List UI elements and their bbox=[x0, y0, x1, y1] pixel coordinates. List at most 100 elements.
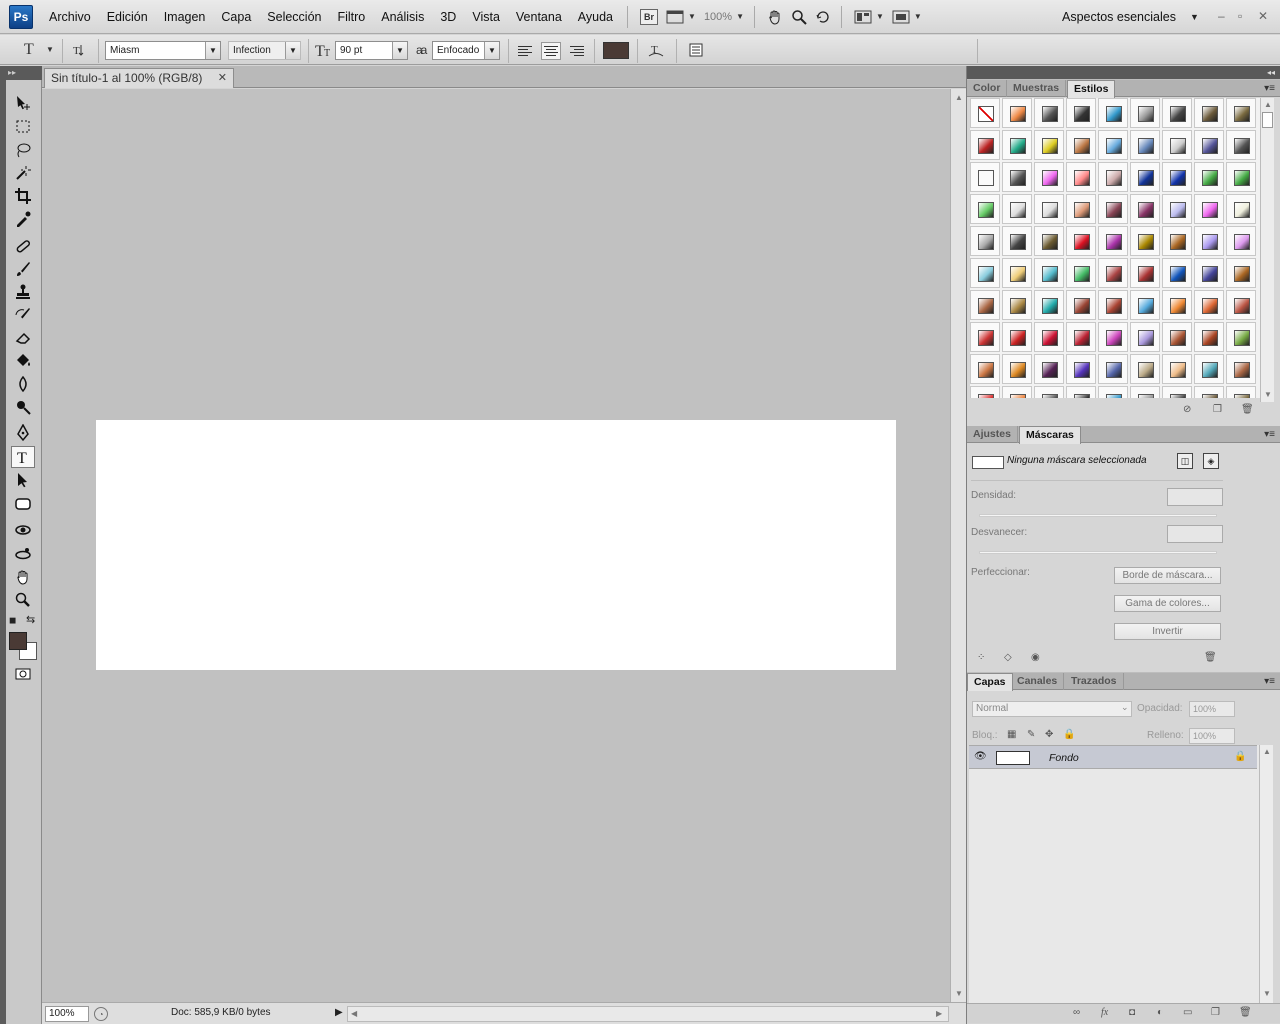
style-preset-swatch[interactable] bbox=[1002, 322, 1032, 352]
scroll-down-icon[interactable]: ▼ bbox=[1263, 989, 1271, 998]
zoom-tool[interactable] bbox=[11, 589, 35, 611]
align-right-button[interactable] bbox=[566, 42, 586, 60]
visibility-mask-icon[interactable]: ◉ bbox=[1031, 652, 1040, 663]
text-tool-preset-icon[interactable]: T bbox=[24, 41, 34, 59]
style-preset-swatch[interactable] bbox=[1130, 98, 1160, 128]
style-preset-swatch[interactable] bbox=[1194, 226, 1224, 256]
style-preset-swatch[interactable] bbox=[970, 322, 1000, 352]
style-preset-swatch[interactable] bbox=[1002, 354, 1032, 384]
align-left-button[interactable] bbox=[516, 42, 536, 60]
clear-style-icon[interactable]: ⊘ bbox=[1183, 404, 1191, 415]
style-preset-swatch[interactable] bbox=[1194, 386, 1224, 398]
quick-mask-button[interactable] bbox=[11, 663, 35, 685]
canvas-workspace[interactable] bbox=[42, 89, 950, 1002]
lock-all-icon[interactable]: 🔒 bbox=[1063, 729, 1075, 740]
crop-tool[interactable] bbox=[11, 185, 35, 207]
panel-menu-icon[interactable]: ▾≡ bbox=[1264, 676, 1275, 687]
style-preset-swatch[interactable] bbox=[1162, 226, 1192, 256]
brush-tool[interactable] bbox=[11, 258, 35, 280]
style-preset-swatch[interactable] bbox=[1066, 194, 1096, 224]
minimize-icon[interactable]: – bbox=[1218, 9, 1225, 23]
scroll-up-icon[interactable]: ▲ bbox=[1263, 747, 1271, 756]
3d-orbit-tool[interactable] bbox=[11, 543, 35, 565]
style-preset-swatch[interactable] bbox=[970, 194, 1000, 224]
style-preset-swatch[interactable] bbox=[1098, 226, 1128, 256]
style-preset-swatch[interactable] bbox=[1002, 226, 1032, 256]
tab-canales[interactable]: Canales bbox=[1011, 673, 1065, 690]
foreground-color-swatch[interactable] bbox=[9, 632, 27, 650]
feather-slider[interactable] bbox=[979, 551, 1217, 554]
clone-stamp-tool[interactable] bbox=[11, 281, 35, 303]
menu-ayuda[interactable]: Ayuda bbox=[578, 10, 613, 24]
style-preset-swatch[interactable] bbox=[1034, 258, 1064, 288]
new-group-icon[interactable]: ▭ bbox=[1183, 1007, 1192, 1018]
font-style-select[interactable]: Infection ▼ bbox=[228, 41, 301, 60]
style-preset-swatch[interactable] bbox=[1098, 98, 1128, 128]
align-center-button[interactable] bbox=[541, 42, 561, 60]
character-panel-icon[interactable] bbox=[688, 43, 704, 60]
scroll-down-icon[interactable]: ▼ bbox=[955, 989, 963, 998]
menu-edicion[interactable]: Edición bbox=[107, 10, 148, 24]
trash-icon[interactable]: 🗑 bbox=[1241, 404, 1254, 415]
style-preset-swatch[interactable] bbox=[1162, 98, 1192, 128]
style-preset-swatch[interactable] bbox=[1130, 354, 1160, 384]
style-preset-swatch[interactable] bbox=[1226, 258, 1256, 288]
style-preset-swatch[interactable] bbox=[1130, 258, 1160, 288]
add-mask-icon[interactable]: ◘ bbox=[1129, 1007, 1135, 1018]
tab-muestras[interactable]: Muestras bbox=[1007, 80, 1067, 97]
tab-capas[interactable]: Capas bbox=[967, 673, 1013, 691]
opacity-field[interactable]: 100% bbox=[1189, 701, 1235, 717]
menu-analisis[interactable]: Análisis bbox=[381, 10, 424, 24]
tab-estilos[interactable]: Estilos bbox=[1067, 80, 1116, 98]
eraser-tool[interactable] bbox=[11, 327, 35, 349]
style-preset-swatch[interactable] bbox=[1066, 322, 1096, 352]
trash-icon[interactable]: 🗑 bbox=[1204, 652, 1217, 663]
zoom-tool-button[interactable] bbox=[791, 6, 807, 28]
style-preset-swatch[interactable] bbox=[1162, 258, 1192, 288]
style-preset-swatch[interactable] bbox=[1194, 130, 1224, 160]
panel-menu-icon[interactable]: ▾≡ bbox=[1264, 429, 1275, 440]
style-preset-swatch[interactable] bbox=[1066, 130, 1096, 160]
style-preset-swatch[interactable] bbox=[1066, 162, 1096, 192]
style-preset-swatch[interactable] bbox=[1194, 290, 1224, 320]
style-preset-swatch[interactable] bbox=[1194, 354, 1224, 384]
style-preset-swatch[interactable] bbox=[1002, 130, 1032, 160]
path-selection-tool[interactable] bbox=[11, 469, 35, 491]
history-brush-tool[interactable] bbox=[11, 304, 35, 326]
layers-scrollbar[interactable]: ▲ ▼ bbox=[1259, 745, 1273, 1003]
lock-pixels-icon[interactable]: ✎ bbox=[1027, 729, 1035, 740]
style-preset-swatch[interactable] bbox=[1194, 98, 1224, 128]
style-preset-swatch[interactable] bbox=[1130, 290, 1160, 320]
tab-trazados[interactable]: Trazados bbox=[1065, 673, 1124, 690]
style-preset-swatch[interactable] bbox=[1226, 226, 1256, 256]
style-preset-swatch[interactable] bbox=[1226, 162, 1256, 192]
style-preset-swatch[interactable] bbox=[1034, 226, 1064, 256]
menu-filtro[interactable]: Filtro bbox=[337, 10, 365, 24]
style-preset-swatch[interactable] bbox=[1034, 194, 1064, 224]
layer-style-icon[interactable]: fx bbox=[1101, 1007, 1108, 1018]
menu-capa[interactable]: Capa bbox=[221, 10, 251, 24]
style-preset-swatch[interactable] bbox=[1226, 386, 1256, 398]
style-preset-swatch[interactable] bbox=[1034, 98, 1064, 128]
fill-field[interactable]: 100% bbox=[1189, 728, 1235, 744]
style-preset-swatch[interactable] bbox=[1130, 162, 1160, 192]
style-preset-swatch[interactable] bbox=[1066, 386, 1096, 398]
blur-tool[interactable] bbox=[11, 373, 35, 395]
healing-brush-tool[interactable] bbox=[11, 235, 35, 257]
shape-tool[interactable] bbox=[11, 493, 35, 515]
style-preset-swatch[interactable] bbox=[1098, 194, 1128, 224]
style-preset-swatch[interactable] bbox=[1162, 130, 1192, 160]
tab-ajustes[interactable]: Ajustes bbox=[967, 426, 1018, 443]
swap-colors-icon[interactable]: ⇆ bbox=[26, 613, 35, 626]
style-preset-swatch[interactable] bbox=[1098, 322, 1128, 352]
style-preset-swatch[interactable] bbox=[1002, 258, 1032, 288]
style-preset-swatch[interactable] bbox=[970, 258, 1000, 288]
style-preset-swatch[interactable] bbox=[1098, 130, 1128, 160]
view-extras-button[interactable]: ▼ bbox=[666, 6, 696, 28]
style-preset-swatch[interactable] bbox=[1098, 386, 1128, 398]
style-preset-swatch[interactable] bbox=[970, 98, 1000, 128]
new-style-icon[interactable]: ❐ bbox=[1213, 404, 1222, 415]
style-preset-swatch[interactable] bbox=[1098, 354, 1128, 384]
document-canvas[interactable] bbox=[96, 420, 896, 670]
chevron-down-icon[interactable]: ⌄ bbox=[1121, 702, 1129, 713]
